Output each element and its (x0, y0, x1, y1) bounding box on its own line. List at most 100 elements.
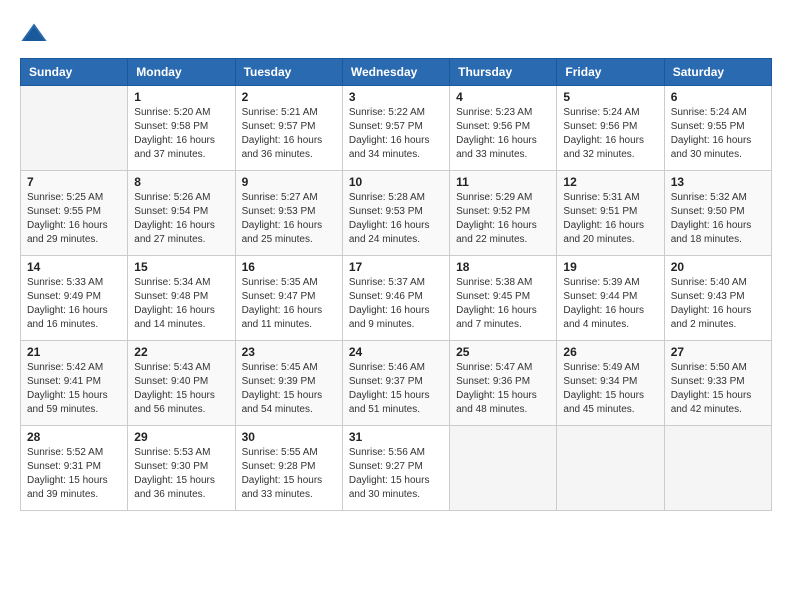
calendar-cell: 31 Sunrise: 5:56 AM Sunset: 9:27 PM Dayli… (342, 426, 449, 511)
day-number: 19 (563, 260, 657, 274)
day-info: Sunrise: 5:50 AM Sunset: 9:33 PM Dayligh… (671, 361, 765, 417)
day-info: Sunrise: 5:47 AM Sunset: 9:36 PM Dayligh… (456, 361, 550, 417)
day-number: 3 (349, 90, 443, 104)
calendar-cell: 21 Sunrise: 5:42 AM Sunset: 9:41 PM Dayli… (21, 341, 128, 426)
day-number: 9 (242, 175, 336, 189)
day-info: Sunrise: 5:46 AM Sunset: 9:37 PM Dayligh… (349, 361, 443, 417)
calendar-cell: 11Sunrise: 5:29 AM Sunset: 9:52 PM Dayli… (450, 171, 557, 256)
day-number: 10 (349, 175, 443, 189)
day-info: Sunrise: 5:55 AM Sunset: 9:28 PM Dayligh… (242, 446, 336, 502)
day-info: Sunrise: 5:38 AM Sunset: 9:45 PM Dayligh… (456, 276, 550, 332)
day-number: 30 (242, 430, 336, 444)
day-number: 8 (134, 175, 228, 189)
header-day: Monday (128, 59, 235, 86)
day-number: 24 (349, 345, 443, 359)
calendar-body: 1Sunrise: 5:20 AM Sunset: 9:58 PM Daylig… (21, 86, 772, 511)
day-info: Sunrise: 5:31 AM Sunset: 9:51 PM Dayligh… (563, 191, 657, 247)
calendar-cell: 27 Sunrise: 5:50 AM Sunset: 9:33 PM Dayli… (664, 341, 771, 426)
day-info: Sunrise: 5:26 AM Sunset: 9:54 PM Dayligh… (134, 191, 228, 247)
day-info: Sunrise: 5:24 AM Sunset: 9:56 PM Dayligh… (563, 106, 657, 162)
calendar-cell: 24 Sunrise: 5:46 AM Sunset: 9:37 PM Dayli… (342, 341, 449, 426)
logo (20, 20, 50, 48)
day-info: Sunrise: 5:35 AM Sunset: 9:47 PM Dayligh… (242, 276, 336, 332)
day-info: Sunrise: 5:23 AM Sunset: 9:56 PM Dayligh… (456, 106, 550, 162)
day-info: Sunrise: 5:43 AM Sunset: 9:40 PM Dayligh… (134, 361, 228, 417)
day-info: Sunrise: 5:42 AM Sunset: 9:41 PM Dayligh… (27, 361, 121, 417)
day-number: 4 (456, 90, 550, 104)
header-day: Sunday (21, 59, 128, 86)
calendar-cell (664, 426, 771, 511)
day-number: 22 (134, 345, 228, 359)
day-number: 1 (134, 90, 228, 104)
day-number: 15 (134, 260, 228, 274)
calendar-cell: 9 Sunrise: 5:27 AM Sunset: 9:53 PM Daylig… (235, 171, 342, 256)
calendar-table: SundayMondayTuesdayWednesdayThursdayFrid… (20, 58, 772, 511)
header-day: Saturday (664, 59, 771, 86)
day-info: Sunrise: 5:49 AM Sunset: 9:34 PM Dayligh… (563, 361, 657, 417)
day-number: 17 (349, 260, 443, 274)
calendar-cell: 28 Sunrise: 5:52 AM Sunset: 9:31 PM Dayli… (21, 426, 128, 511)
calendar-week: 1Sunrise: 5:20 AM Sunset: 9:58 PM Daylig… (21, 86, 772, 171)
calendar-cell: 8 Sunrise: 5:26 AM Sunset: 9:54 PM Daylig… (128, 171, 235, 256)
day-number: 31 (349, 430, 443, 444)
day-number: 14 (27, 260, 121, 274)
calendar-cell: 25 Sunrise: 5:47 AM Sunset: 9:36 PM Dayli… (450, 341, 557, 426)
day-number: 21 (27, 345, 121, 359)
calendar-cell: 2 Sunrise: 5:21 AM Sunset: 9:57 PM Daylig… (235, 86, 342, 171)
calendar-header: SundayMondayTuesdayWednesdayThursdayFrid… (21, 59, 772, 86)
calendar-cell: 7Sunrise: 5:25 AM Sunset: 9:55 PM Daylig… (21, 171, 128, 256)
day-info: Sunrise: 5:40 AM Sunset: 9:43 PM Dayligh… (671, 276, 765, 332)
calendar-cell: 29Sunrise: 5:53 AM Sunset: 9:30 PM Dayli… (128, 426, 235, 511)
day-number: 29 (134, 430, 228, 444)
day-info: Sunrise: 5:33 AM Sunset: 9:49 PM Dayligh… (27, 276, 121, 332)
calendar-cell: 13 Sunrise: 5:32 AM Sunset: 9:50 PM Dayli… (664, 171, 771, 256)
day-info: Sunrise: 5:27 AM Sunset: 9:53 PM Dayligh… (242, 191, 336, 247)
calendar-cell (557, 426, 664, 511)
day-number: 12 (563, 175, 657, 189)
calendar-cell: 30 Sunrise: 5:55 AM Sunset: 9:28 PM Dayli… (235, 426, 342, 511)
day-number: 28 (27, 430, 121, 444)
calendar-cell: 17 Sunrise: 5:37 AM Sunset: 9:46 PM Dayli… (342, 256, 449, 341)
header-day: Thursday (450, 59, 557, 86)
calendar-cell: 12 Sunrise: 5:31 AM Sunset: 9:51 PM Dayli… (557, 171, 664, 256)
day-number: 23 (242, 345, 336, 359)
day-info: Sunrise: 5:56 AM Sunset: 9:27 PM Dayligh… (349, 446, 443, 502)
calendar-cell: 10 Sunrise: 5:28 AM Sunset: 9:53 PM Dayli… (342, 171, 449, 256)
calendar-cell (450, 426, 557, 511)
day-number: 2 (242, 90, 336, 104)
calendar-cell: 3Sunrise: 5:22 AM Sunset: 9:57 PM Daylig… (342, 86, 449, 171)
day-number: 13 (671, 175, 765, 189)
day-number: 26 (563, 345, 657, 359)
header-day: Friday (557, 59, 664, 86)
header-day: Wednesday (342, 59, 449, 86)
calendar-cell: 20Sunrise: 5:40 AM Sunset: 9:43 PM Dayli… (664, 256, 771, 341)
calendar-cell: 5Sunrise: 5:24 AM Sunset: 9:56 PM Daylig… (557, 86, 664, 171)
page-header (20, 20, 772, 48)
calendar-week: 28 Sunrise: 5:52 AM Sunset: 9:31 PM Dayli… (21, 426, 772, 511)
day-info: Sunrise: 5:37 AM Sunset: 9:46 PM Dayligh… (349, 276, 443, 332)
day-info: Sunrise: 5:52 AM Sunset: 9:31 PM Dayligh… (27, 446, 121, 502)
calendar-week: 7Sunrise: 5:25 AM Sunset: 9:55 PM Daylig… (21, 171, 772, 256)
calendar-cell: 22 Sunrise: 5:43 AM Sunset: 9:40 PM Dayli… (128, 341, 235, 426)
calendar-cell: 26 Sunrise: 5:49 AM Sunset: 9:34 PM Dayli… (557, 341, 664, 426)
day-number: 27 (671, 345, 765, 359)
day-info: Sunrise: 5:28 AM Sunset: 9:53 PM Dayligh… (349, 191, 443, 247)
day-number: 6 (671, 90, 765, 104)
header-row: SundayMondayTuesdayWednesdayThursdayFrid… (21, 59, 772, 86)
calendar-cell: 14 Sunrise: 5:33 AM Sunset: 9:49 PM Dayli… (21, 256, 128, 341)
day-number: 25 (456, 345, 550, 359)
calendar-cell (21, 86, 128, 171)
day-info: Sunrise: 5:24 AM Sunset: 9:55 PM Dayligh… (671, 106, 765, 162)
calendar-week: 14 Sunrise: 5:33 AM Sunset: 9:49 PM Dayli… (21, 256, 772, 341)
day-info: Sunrise: 5:39 AM Sunset: 9:44 PM Dayligh… (563, 276, 657, 332)
calendar-cell: 23 Sunrise: 5:45 AM Sunset: 9:39 PM Dayli… (235, 341, 342, 426)
day-info: Sunrise: 5:45 AM Sunset: 9:39 PM Dayligh… (242, 361, 336, 417)
calendar-cell: 6 Sunrise: 5:24 AM Sunset: 9:55 PM Daylig… (664, 86, 771, 171)
day-number: 7 (27, 175, 121, 189)
day-info: Sunrise: 5:29 AM Sunset: 9:52 PM Dayligh… (456, 191, 550, 247)
header-day: Tuesday (235, 59, 342, 86)
calendar-cell: 19 Sunrise: 5:39 AM Sunset: 9:44 PM Dayli… (557, 256, 664, 341)
day-info: Sunrise: 5:21 AM Sunset: 9:57 PM Dayligh… (242, 106, 336, 162)
day-info: Sunrise: 5:32 AM Sunset: 9:50 PM Dayligh… (671, 191, 765, 247)
calendar-cell: 4 Sunrise: 5:23 AM Sunset: 9:56 PM Daylig… (450, 86, 557, 171)
